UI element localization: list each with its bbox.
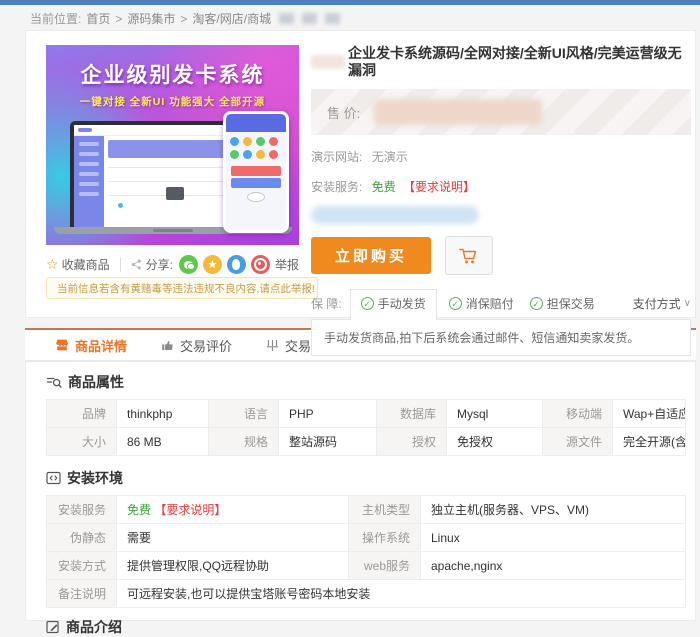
redacted-breadcrumb-item (325, 13, 340, 24)
breadcrumb-separator: > (115, 12, 122, 26)
breadcrumb-market[interactable]: 源码集市 (127, 10, 175, 27)
attrs-table: 品牌thinkphp 语言PHP 数据库Mysql 移动端Wap+自适应 大小8… (46, 399, 686, 456)
share-qq-icon[interactable] (227, 255, 246, 274)
check-icon: ✓ (530, 297, 543, 310)
env-table: 安装服务 免费 【要求说明】 主机类型 独立主机(服务器、VPS、VM) 伪静态… (46, 495, 686, 608)
payment-method-dropdown[interactable]: 支付方式 ∨ (633, 295, 691, 319)
guarantee-row: 保 障: ✓ 手动发货 ✓ 消保赔付 ✓ 担保交易 支付方式 ∨ (311, 289, 691, 319)
product-detail-panel: 商品属性 品牌thinkphp 语言PHP 数据库Mysql 移动端Wap+自适… (25, 361, 696, 621)
product-summary-card: 企业级别发卡系统 一键对接 全新UI 功能强大 全部开源 (25, 30, 696, 318)
cart-icon (459, 247, 479, 265)
install-service-label: 安装服务: (311, 180, 362, 194)
guarantee-compensation[interactable]: ✓ 消保赔付 (449, 295, 514, 319)
demo-site-label: 演示网站: (311, 150, 362, 164)
redacted-price-value (374, 99, 542, 125)
install-service-row: 安装服务: 免费 【要求说明】 (311, 178, 691, 195)
guarantee-manual-delivery[interactable]: ✓ 手动发货 (350, 289, 437, 320)
hero-subtitle: 一键对接 全新UI 功能强大 全部开源 (46, 94, 299, 109)
guarantee-escrow[interactable]: ✓ 担保交易 (530, 295, 595, 319)
share-qzone-icon[interactable]: ★ (203, 255, 222, 274)
tab-trade-reviews[interactable]: 交易评价 (161, 336, 232, 355)
illegal-content-notice[interactable]: 当前信息若含有黄赌毒等违法违规不良内容,请点此举报! (46, 277, 318, 299)
redacted-title-prefix (311, 55, 345, 69)
report-link[interactable]: 举报 (275, 256, 299, 273)
divider (120, 258, 121, 272)
demo-site-value: 无演示 (372, 150, 408, 164)
attrs-search-icon (46, 375, 62, 390)
shipping-note: 手动发货商品,拍下后系统会通过邮件、短信通知卖家发货。 (311, 319, 691, 356)
top-blue-bar (0, 0, 700, 5)
redacted-breadcrumb-item (302, 13, 317, 24)
price-label: 售 价: (327, 103, 360, 122)
env-install-free: 免费 (127, 503, 151, 517)
code-icon (46, 471, 61, 485)
check-icon: ✓ (361, 297, 374, 310)
hero-phone (223, 111, 289, 233)
table-row: 安装方式 提供管理权限,QQ远程协助 web服务 apache,nginx (47, 552, 686, 580)
env-install-req-link[interactable]: 【要求说明】 (154, 503, 226, 517)
thumbs-up-icon (161, 339, 174, 352)
share-wechat-icon[interactable] (179, 255, 198, 274)
redacted-seller-contact (311, 206, 479, 224)
section-attrs-header: 商品属性 (46, 372, 695, 392)
product-image[interactable]: 企业级别发卡系统 一键对接 全新UI 功能强大 全部开源 (46, 45, 299, 245)
rules-icon (266, 339, 279, 352)
breadcrumb-prefix: 当前位置: (30, 10, 81, 27)
table-row: 安装服务 免费 【要求说明】 主机类型 独立主机(服务器、VPS、VM) (47, 496, 686, 524)
breadcrumb: 当前位置: 首页 > 源码集市 > 淘客/网店/商城 (30, 10, 340, 27)
breadcrumb-category[interactable]: 淘客/网店/商城 (192, 10, 271, 27)
tab-product-detail[interactable]: 商品详情 (55, 336, 127, 355)
share-label: 分享: (146, 256, 173, 273)
redacted-breadcrumb-item (279, 13, 294, 24)
share-icon (131, 259, 142, 270)
share-weibo-icon[interactable] (251, 255, 270, 274)
breadcrumb-home[interactable]: 首页 (86, 10, 110, 27)
breadcrumb-separator: > (180, 12, 187, 26)
table-row: 大小86 MB 规格整站源码 授权免授权 源文件完全开源(含全部源文件) (47, 428, 686, 456)
add-to-cart-button[interactable] (445, 236, 493, 275)
buy-now-button[interactable]: 立即购买 (311, 237, 431, 274)
hero-title: 企业级别发卡系统 (46, 59, 299, 89)
section-intro-header: 商品介绍 (46, 617, 695, 637)
chevron-down-icon: ∨ (684, 298, 691, 309)
install-requirement-link[interactable]: 【要求说明】 (403, 180, 475, 194)
install-free-value: 免费 (372, 180, 396, 194)
product-actions-row: ☆ 收藏商品 分享: ★ 举报 (46, 255, 299, 274)
price-box: 售 价: (311, 89, 691, 135)
store-icon (55, 338, 69, 352)
demo-site-row: 演示网站: 无演示 (311, 148, 691, 165)
table-row: 伪静态 需要 操作系统 Linux (47, 524, 686, 552)
product-title: 企业发卡系统源码/全网对接/全新UI风格/完美运营级无漏洞 (311, 45, 691, 79)
guarantee-label: 保 障: (311, 295, 342, 319)
notice-text: 当前信息若含有黄赌毒等违法违规不良内容,请点此举报! (57, 281, 315, 296)
check-icon: ✓ (449, 297, 462, 310)
table-row: 品牌thinkphp 语言PHP 数据库Mysql 移动端Wap+自适应 (47, 400, 686, 428)
section-env-header: 安装环境 (46, 468, 695, 488)
edit-icon (46, 620, 60, 634)
hero-laptop (70, 121, 246, 231)
collect-star-icon: ☆ (46, 256, 59, 273)
collect-button[interactable]: 收藏商品 (62, 256, 110, 273)
